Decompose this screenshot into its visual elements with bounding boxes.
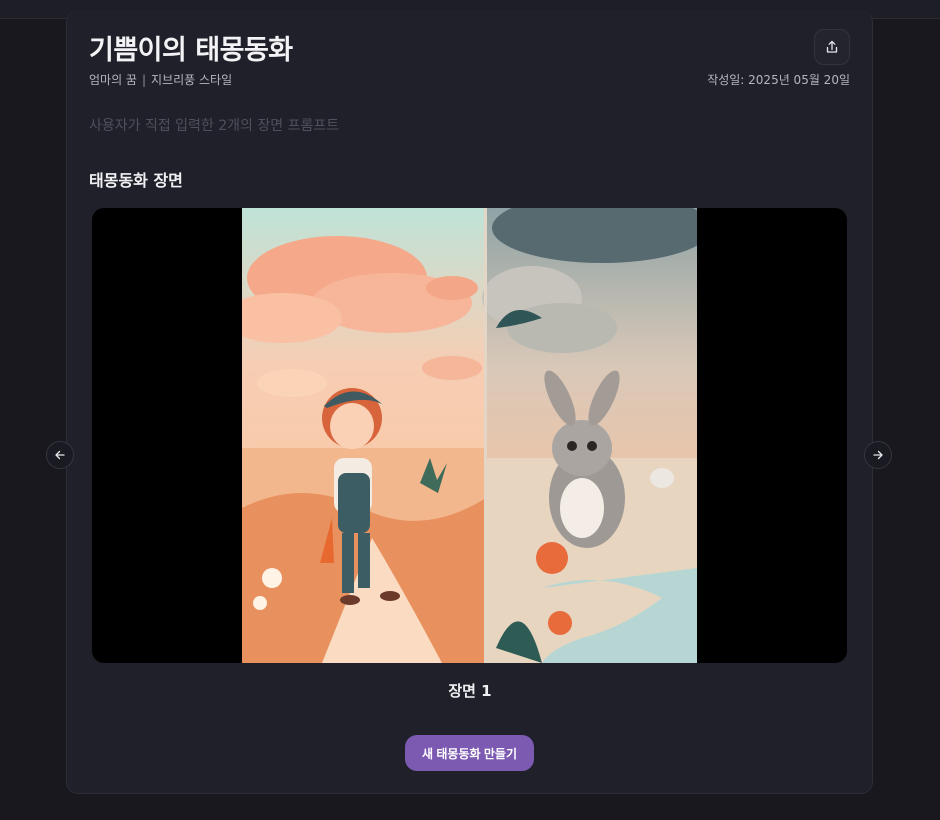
scenes-section-title: 태몽동화 장면 <box>89 171 183 190</box>
prompt-note: 사용자가 직접 입력한 2개의 장면 프롬프트 <box>89 118 340 134</box>
story-style: 지브리풍 스타일 <box>151 73 233 87</box>
scene-label: 장면 1 <box>448 682 492 700</box>
meta-separator: | <box>141 73 147 87</box>
share-icon <box>826 40 838 53</box>
story-author: 엄마의 꿈 <box>89 73 137 87</box>
share-button[interactable] <box>814 29 850 65</box>
scene-viewer <box>92 208 847 663</box>
prev-scene-button[interactable] <box>46 441 74 469</box>
arrow-right-icon <box>873 450 883 460</box>
created-date: 작성일: 2025년 05월 20일 <box>707 73 850 87</box>
story-title: 기쁨이의 태몽동화 <box>89 35 293 66</box>
story-meta: 엄마의 꿈 | 지브리풍 스타일 <box>89 71 232 88</box>
next-scene-button[interactable] <box>864 441 892 469</box>
arrow-left-icon <box>55 450 65 460</box>
scene-image <box>242 208 697 663</box>
create-new-story-button[interactable]: 새 태몽동화 만들기 <box>405 735 534 771</box>
